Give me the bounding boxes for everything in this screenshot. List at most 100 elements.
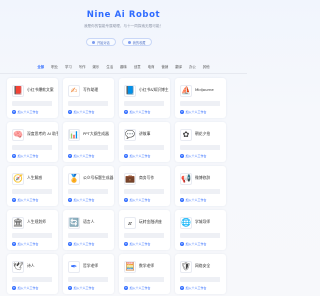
tab-10[interactable]: 翻译 [175,62,182,72]
tab-3[interactable]: 写作 [79,62,86,72]
card-title: 玩转金融讲座 [139,219,162,224]
shield-icon: 🛡 [180,261,192,273]
app-card[interactable]: 🏛 人生规划师 + 加入个人工作台 [7,210,58,250]
add-to-workspace-button[interactable]: + 加入个人工作台 [180,286,207,290]
app-card[interactable]: 🧭 人生解惑 + 加入个人工作台 [7,166,58,206]
start-chat-button[interactable]: 开始对话 [86,38,116,46]
card-description [68,145,110,150]
sailboat-icon-glyph: ⛵ [181,86,191,95]
add-to-workspace-button[interactable]: + 加入个人工作台 [180,154,207,158]
app-card[interactable]: ✿ 朝花夕拾 + 加入个人工作台 [175,122,226,162]
tab-6[interactable]: 趣味 [120,62,127,72]
chat-icon [92,40,95,44]
tab-8[interactable]: 电商 [148,62,155,72]
tab-4[interactable]: 娱乐 [93,62,100,72]
brain-icon-glyph: 🧠 [13,130,23,139]
edge-fade [237,78,247,296]
hero-section: Nine Ai Robot 我是你的智能专属助理，与十一同探索无限可能！ 开始对… [0,0,247,56]
app-card[interactable]: 𝓍 玩转金融讲座 + 加入个人工作台 [119,210,170,250]
add-to-workspace-button[interactable]: + 加入个人工作台 [68,198,95,202]
add-to-workspace-button[interactable]: + 加入个人工作台 [12,154,39,158]
plus-icon: + [68,286,72,290]
notebook-icon: 📕 [12,85,24,97]
plus-icon: + [12,286,16,290]
app-card[interactable]: ⛵ Midjourne + 加入个人工作台 [175,78,226,118]
card-description [12,189,54,194]
add-to-workspace-button[interactable]: + 加入个人工作台 [68,154,95,158]
add-to-workspace-button[interactable]: + 加入个人工作台 [68,242,95,246]
app-card[interactable]: ✍ 写作助理 + 加入个人工作台 [63,78,114,118]
plus-icon: + [68,110,72,114]
add-to-workspace-label: 加入个人工作台 [129,286,151,290]
tab-9[interactable]: 营销 [161,62,168,72]
add-to-workspace-button[interactable]: + 加入个人工作台 [124,242,151,246]
feather-icon: 🕊 [12,261,24,273]
plus-icon: + [68,198,72,202]
add-to-workspace-button[interactable]: + 加入个人工作台 [124,154,151,158]
app-card[interactable]: 🧮 数学老师 + 加入个人工作台 [119,254,170,294]
tabs-divider [0,73,247,74]
add-to-workspace-button[interactable]: + 加入个人工作台 [124,110,151,114]
add-to-workspace-button[interactable]: + 加入个人工作台 [180,110,207,114]
add-to-workspace-label: 加入个人工作台 [185,198,207,202]
favorites-button[interactable]: 我的收藏 [121,38,152,46]
tab-1[interactable]: 职业 [51,62,58,72]
add-to-workspace-button[interactable]: + 加入个人工作台 [12,198,39,202]
card-title: 网络安全 [195,263,211,268]
app-card[interactable]: ✒ 哲学老师 + 加入个人工作台 [63,254,114,294]
app-card[interactable]: 📊 PPT大纲生成器 + 加入个人工作台 [63,122,114,162]
refresh-icon-glyph: 🔄 [69,218,79,227]
add-to-workspace-button[interactable]: + 加入个人工作台 [68,110,95,114]
book-icon: 📘 [124,85,136,97]
card-description [124,277,166,282]
card-title: 数学老师 [139,263,155,268]
pen-icon-glyph: ✍ [70,86,78,95]
tab-2[interactable]: 学习 [65,62,72,72]
add-to-workspace-button[interactable]: + 加入个人工作台 [12,110,39,114]
add-to-workspace-button[interactable]: + 加入个人工作台 [180,198,207,202]
app-card-grid: 📕 小红书爆款文案 + 加入个人工作台 ✍ 写作助理 + 加入个人工作台 📘 小红书&知识博主 + 加… [7,78,254,294]
add-to-workspace-button[interactable]: + 加入个人工作台 [180,242,207,246]
chart-icon: 𝓍 [124,217,136,229]
app-card[interactable]: 🕊 诗人 + 加入个人工作台 [7,254,58,294]
book-icon-glyph: 📘 [125,86,135,95]
hero-actions: 开始对话 我的收藏 [86,38,162,47]
plus-icon: + [124,110,128,114]
start-chat-label: 开始对话 [97,40,110,45]
card-title: PPT大纲生成器 [83,131,109,136]
app-card[interactable]: 🌐 学城导师 + 加入个人工作台 [175,210,226,250]
tab-0[interactable]: 全部 [37,62,44,72]
app-card[interactable]: 🧠 深度思考的 AI 助手 + 加入个人工作台 [7,122,58,162]
card-description [180,233,222,238]
tab-11[interactable]: 办公 [189,62,196,72]
add-to-workspace-button[interactable]: + 加入个人工作台 [68,286,95,290]
add-to-workspace-button[interactable]: + 加入个人工作台 [124,198,151,202]
app-card[interactable]: 📢 微博修辞 + 加入个人工作台 [175,166,226,206]
add-to-workspace-button[interactable]: + 加入个人工作台 [124,286,151,290]
card-title: 讲故事 [139,131,151,136]
card-description [180,101,222,106]
plus-icon: + [124,198,128,202]
app-card[interactable]: 🔄 语言人 + 加入个人工作台 [63,210,114,250]
add-to-workspace-label: 加入个人工作台 [129,154,151,158]
app-card[interactable]: 📕 小红书爆款文案 + 加入个人工作台 [7,78,58,118]
chat-icon-glyph: 💬 [125,130,135,139]
app-title: Nine Ai Robot [86,10,161,20]
app-card[interactable]: 📘 小红书&知识博主 + 加入个人工作台 [119,78,170,118]
plus-icon: + [180,198,184,202]
add-to-workspace-button[interactable]: + 加入个人工作台 [12,286,39,290]
app-card[interactable]: 🛡 网络安全 + 加入个人工作台 [175,254,226,294]
card-description [68,101,110,106]
plus-icon: + [12,198,16,202]
tab-7[interactable]: 创意 [134,62,141,72]
feather-icon-glyph: 🕊 [12,262,24,271]
plus-icon: + [180,154,184,158]
card-title: 写作助理 [83,87,99,92]
app-card[interactable]: 💬 讲故事 + 加入个人工作台 [119,122,170,162]
card-title: 公众号标题生成器 [83,175,114,180]
tab-5[interactable]: 生活 [106,62,113,72]
add-to-workspace-button[interactable]: + 加入个人工作台 [12,242,39,246]
tab-12[interactable]: 其他 [203,62,210,72]
app-card[interactable]: 💼 商务写作 + 加入个人工作台 [119,166,170,206]
app-card[interactable]: 🏅 公众号标题生成器 + 加入个人工作台 [63,166,114,206]
